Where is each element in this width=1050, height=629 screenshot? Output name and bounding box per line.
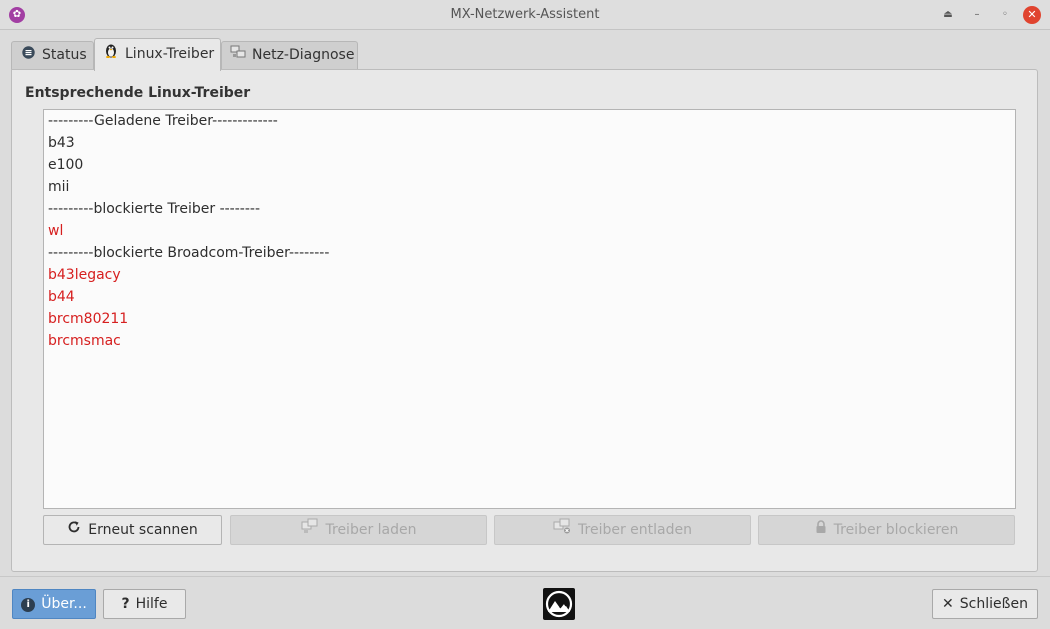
about-button[interactable]: i Über...: [12, 589, 96, 619]
block-driver-label: Treiber blockieren: [833, 522, 959, 538]
status-icon: [20, 42, 36, 69]
unload-driver-label: Treiber entladen: [578, 522, 692, 538]
network-icon: [230, 42, 246, 69]
tab-status[interactable]: Status: [11, 41, 94, 70]
driver-list-item[interactable]: mii: [44, 176, 1015, 198]
close-icon: ✕: [942, 596, 954, 612]
help-button[interactable]: ? Hilfe: [103, 589, 186, 619]
load-driver-button[interactable]: Treiber laden: [230, 515, 487, 545]
load-driver-label: Treiber laden: [325, 522, 417, 538]
network-unload-icon: [553, 516, 571, 544]
title-bar: ✿ MX-Netzwerk-Assistent ⏏ – ◦ ✕: [0, 0, 1050, 30]
driver-list[interactable]: ---------Geladene Treiber------------- b4…: [43, 109, 1016, 509]
tab-linux-treiber-label: Linux-Treiber: [125, 46, 215, 62]
rescan-button[interactable]: Erneut scannen: [43, 515, 222, 545]
minimize-icon[interactable]: –: [969, 7, 985, 23]
driver-list-item[interactable]: ---------blockierte Treiber --------: [44, 198, 1015, 220]
tab-netz-diagnose-label: Netz-Diagnose: [252, 47, 355, 63]
driver-list-item[interactable]: brcm80211: [44, 308, 1015, 330]
driver-list-item[interactable]: e100: [44, 154, 1015, 176]
linux-treiber-panel: Entsprechende Linux-Treiber ---------Gel…: [11, 69, 1038, 572]
tux-icon: [103, 39, 119, 70]
section-title: Entsprechende Linux-Treiber: [25, 85, 251, 101]
driver-list-item[interactable]: brcmsmac: [44, 330, 1015, 352]
driver-list-item[interactable]: ---------blockierte Broadcom-Treiber----…: [44, 242, 1015, 264]
info-icon: i: [21, 590, 36, 618]
unload-driver-button[interactable]: Treiber entladen: [494, 515, 751, 545]
driver-list-item[interactable]: wl: [44, 220, 1015, 242]
driver-list-item[interactable]: ---------Geladene Treiber-------------: [44, 110, 1015, 132]
maximize-icon[interactable]: ◦: [997, 7, 1013, 23]
window-title: MX-Netzwerk-Assistent: [450, 7, 600, 22]
close-window-icon[interactable]: ✕: [1023, 6, 1041, 24]
tab-status-label: Status: [42, 47, 87, 63]
tab-linux-treiber[interactable]: Linux-Treiber: [94, 38, 221, 71]
lock-icon: [815, 516, 827, 544]
driver-list-item[interactable]: b43legacy: [44, 264, 1015, 286]
help-label: Hilfe: [135, 596, 168, 612]
rescan-label: Erneut scannen: [88, 522, 198, 538]
bottom-bar: i Über... ? Hilfe ✕ Schließen: [0, 576, 1050, 629]
refresh-icon: [67, 516, 81, 544]
keep-above-icon[interactable]: ⏏: [940, 7, 956, 23]
mx-logo: [543, 588, 575, 620]
driver-list-item[interactable]: b44: [44, 286, 1015, 308]
about-label: Über...: [41, 596, 87, 612]
close-button[interactable]: ✕ Schließen: [932, 589, 1038, 619]
driver-list-item[interactable]: b43: [44, 132, 1015, 154]
block-driver-button[interactable]: Treiber blockieren: [758, 515, 1015, 545]
tab-netz-diagnose[interactable]: Netz-Diagnose: [221, 41, 358, 70]
question-icon: ?: [121, 596, 130, 612]
network-load-icon: [301, 516, 319, 544]
close-label: Schließen: [959, 596, 1028, 612]
